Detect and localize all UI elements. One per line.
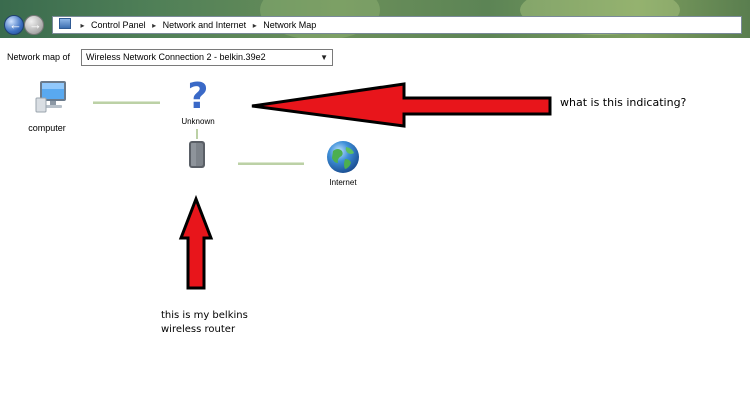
annotation-layer [178, 82, 552, 290]
annotation-question: what is this indicating? [560, 96, 687, 109]
red-arrow-left [251, 82, 552, 128]
red-arrow-up [178, 194, 214, 290]
annotation-router-line-2: wireless router [161, 324, 236, 335]
annotation-router-line-1: this is my belkins [161, 310, 248, 321]
